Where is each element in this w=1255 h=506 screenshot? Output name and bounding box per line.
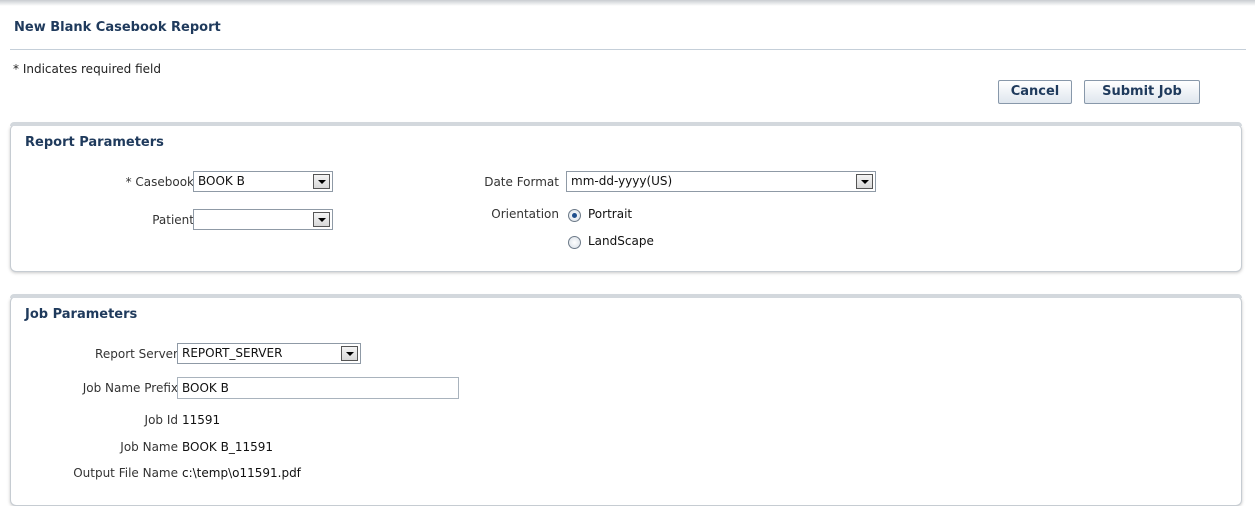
output-file-name-value: c:\temp\o11591.pdf [182, 466, 301, 480]
page-title: New Blank Casebook Report [14, 20, 221, 35]
orientation-label: Orientation [491, 207, 559, 221]
report-server-select[interactable]: REPORT_SERVER [177, 343, 361, 364]
job-name-prefix-input[interactable]: BOOK B [177, 377, 459, 399]
report-server-label: Report Server [95, 347, 178, 361]
job-name-prefix-label: Job Name Prefix [82, 381, 178, 395]
job-parameters-title: Job Parameters [25, 307, 138, 322]
top-shadow-bar [0, 0, 1255, 6]
title-divider [10, 49, 1246, 50]
chevron-down-icon[interactable] [856, 174, 873, 189]
casebook-select[interactable]: BOOK B [193, 171, 333, 192]
job-name-label: Job Name [120, 440, 178, 454]
date-format-select[interactable]: mm-dd-yyyy(US) [566, 171, 876, 192]
date-format-label: Date Format [484, 175, 559, 189]
job-id-label: Job Id [144, 413, 178, 427]
portrait-option-label: Portrait [588, 207, 633, 221]
casebook-value: BOOK B [198, 174, 245, 188]
date-format-value: mm-dd-yyyy(US) [571, 174, 673, 188]
required-field-note: * Indicates required field [13, 62, 162, 76]
job-name-value: BOOK B_11591 [182, 440, 274, 454]
casebook-label: * Casebook [125, 175, 194, 189]
chevron-down-icon[interactable] [313, 174, 330, 189]
job-parameters-panel: Job Parameters Report Server REPORT_SERV… [10, 294, 1242, 506]
report-parameters-panel: Report Parameters * Casebook BOOK B Pati… [10, 122, 1242, 272]
output-file-name-label: Output File Name [73, 466, 178, 480]
patient-label: Patient [152, 213, 194, 227]
chevron-down-icon[interactable] [313, 212, 330, 227]
landscape-radio[interactable] [568, 236, 581, 249]
job-name-prefix-value: BOOK B [182, 381, 229, 395]
landscape-option-label: LandScape [588, 234, 654, 248]
job-id-value: 11591 [182, 413, 221, 427]
submit-job-button[interactable]: Submit Job [1084, 80, 1200, 104]
cancel-button[interactable]: Cancel [998, 80, 1072, 104]
patient-select[interactable] [193, 209, 333, 230]
report-server-value: REPORT_SERVER [182, 346, 283, 360]
portrait-radio[interactable] [568, 209, 581, 222]
chevron-down-icon[interactable] [341, 346, 358, 361]
report-parameters-title: Report Parameters [25, 135, 164, 150]
